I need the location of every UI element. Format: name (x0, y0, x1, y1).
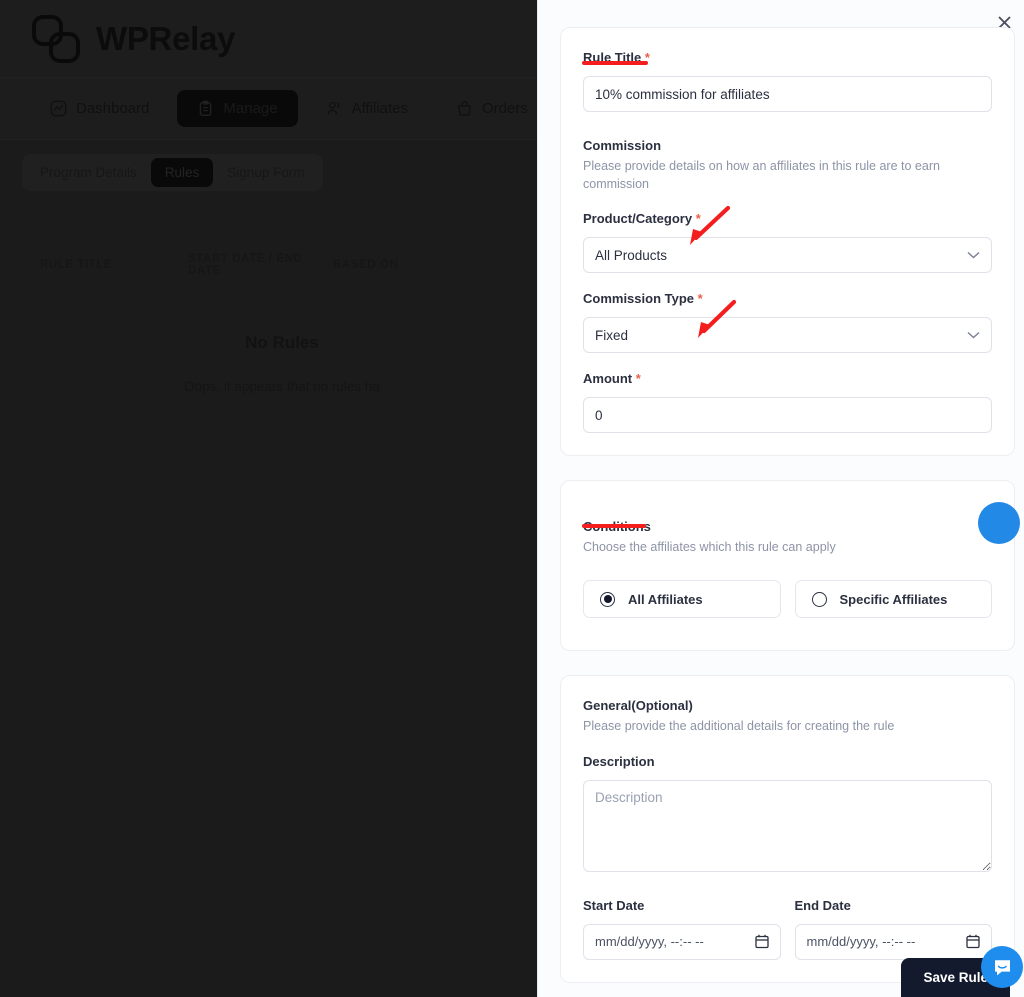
radio-unselected-icon (811, 591, 827, 607)
required-marker: * (697, 291, 703, 307)
product-category-label: Product/Category * (583, 211, 701, 227)
nav-item-manage[interactable]: Manage (177, 90, 298, 127)
commission-description: Please provide details on how an affilia… (583, 159, 940, 192)
radio-selected-icon (600, 591, 615, 607)
blue-click-indicator (978, 502, 1020, 544)
tab-program-details[interactable]: Program Details (26, 158, 151, 187)
required-marker: * (635, 371, 641, 387)
nav-item-affiliates[interactable]: Affiliates (306, 90, 428, 127)
general-description: Please provide the additional details fo… (583, 719, 895, 734)
tab-signup-form[interactable]: Signup Form (213, 158, 318, 187)
date-range-row: Start Date mm/dd/yyyy, --:-- -- End Date (583, 898, 992, 960)
chevron-down-icon (967, 252, 980, 259)
modal-scroll-area[interactable]: Rule Title * Commission Please provide d… (538, 0, 1024, 997)
rule-title-label: Rule Title * (583, 50, 650, 65)
nav-label-orders: Orders (482, 100, 528, 117)
nav-item-dashboard[interactable]: Dashboard (30, 90, 169, 127)
create-rule-modal: Rule Title * Commission Please provide d… (537, 0, 1024, 997)
calendar-icon (966, 934, 980, 949)
end-date-value: mm/dd/yyyy, --:-- -- (806, 934, 916, 949)
column-header-dates: START DATE / END DATE (188, 253, 303, 277)
empty-state-message: Oops, it appears that no rules ha (184, 379, 380, 394)
end-date-label: End Date (794, 897, 851, 913)
conditions-description: Choose the affiliates which this rule ca… (583, 540, 836, 555)
required-marker: * (695, 211, 701, 227)
end-date-input[interactable]: mm/dd/yyyy, --:-- -- (794, 923, 992, 960)
start-date-value: mm/dd/yyyy, --:-- -- (595, 934, 704, 949)
interlocking-squares-logo-icon (32, 14, 80, 63)
radio-specific-affiliates[interactable]: Specific Affiliates (794, 580, 992, 619)
radio-label-all-affiliates: All Affiliates (628, 591, 703, 607)
required-marker: * (644, 50, 650, 65)
chart-activity-icon (50, 100, 67, 117)
start-date-label: Start Date (583, 897, 645, 913)
commission-type-label: Commission Type * (583, 291, 703, 307)
empty-state-title: No Rules (245, 333, 319, 352)
nav-item-orders[interactable]: Orders (436, 90, 548, 127)
description-textarea[interactable] (583, 779, 992, 872)
radio-label-specific-affiliates: Specific Affiliates (839, 591, 948, 607)
chevron-down-icon (967, 332, 980, 339)
brand-logo[interactable]: WPRelay (30, 13, 235, 65)
bag-icon (458, 101, 471, 116)
commission-card: Rule Title * Commission Please provide d… (560, 27, 1015, 457)
amount-label: Amount * (583, 371, 641, 387)
nav-label-dashboard: Dashboard (76, 100, 150, 117)
end-date-group: End Date mm/dd/yyyy, --:-- -- (794, 897, 992, 960)
affiliate-scope-radio-group: All Affiliates Specific Affiliates (583, 580, 992, 619)
conditions-heading: Conditions (583, 519, 651, 535)
calendar-icon (754, 934, 769, 949)
column-header-based-on: BASED ON (333, 259, 399, 271)
start-date-group: Start Date mm/dd/yyyy, --:-- -- (583, 898, 781, 960)
intercom-chat-icon (994, 959, 1010, 975)
radio-all-affiliates[interactable]: All Affiliates (583, 580, 781, 619)
tab-rules[interactable]: Rules (150, 158, 214, 187)
brand-name: WPRelay (96, 19, 236, 57)
intercom-chat-button[interactable] (981, 946, 1023, 988)
sub-tabs: Program Details Rules Signup Form (22, 154, 323, 191)
amount-input[interactable] (583, 397, 992, 434)
commission-heading: Commission (583, 138, 662, 153)
conditions-card: Conditions Choose the affiliates which t… (560, 480, 1015, 652)
clipboard-icon (200, 100, 212, 116)
commission-type-select[interactable]: Fixed (583, 317, 992, 354)
product-category-select[interactable]: All Products (583, 237, 992, 274)
start-date-input[interactable]: mm/dd/yyyy, --:-- -- (583, 923, 781, 960)
column-header-rule-title: RULE TITLE (40, 259, 113, 271)
general-heading: General(Optional) (583, 698, 693, 714)
product-category-value: All Products (595, 247, 668, 263)
commission-type-value: Fixed (595, 327, 629, 343)
description-label: Description (583, 753, 655, 769)
general-card: General(Optional) Please provide the add… (560, 675, 1015, 983)
users-icon (327, 101, 339, 115)
rule-title-input[interactable] (583, 76, 992, 112)
nav-label-affiliates: Affiliates (351, 100, 409, 117)
nav-label-manage: Manage (223, 100, 278, 117)
